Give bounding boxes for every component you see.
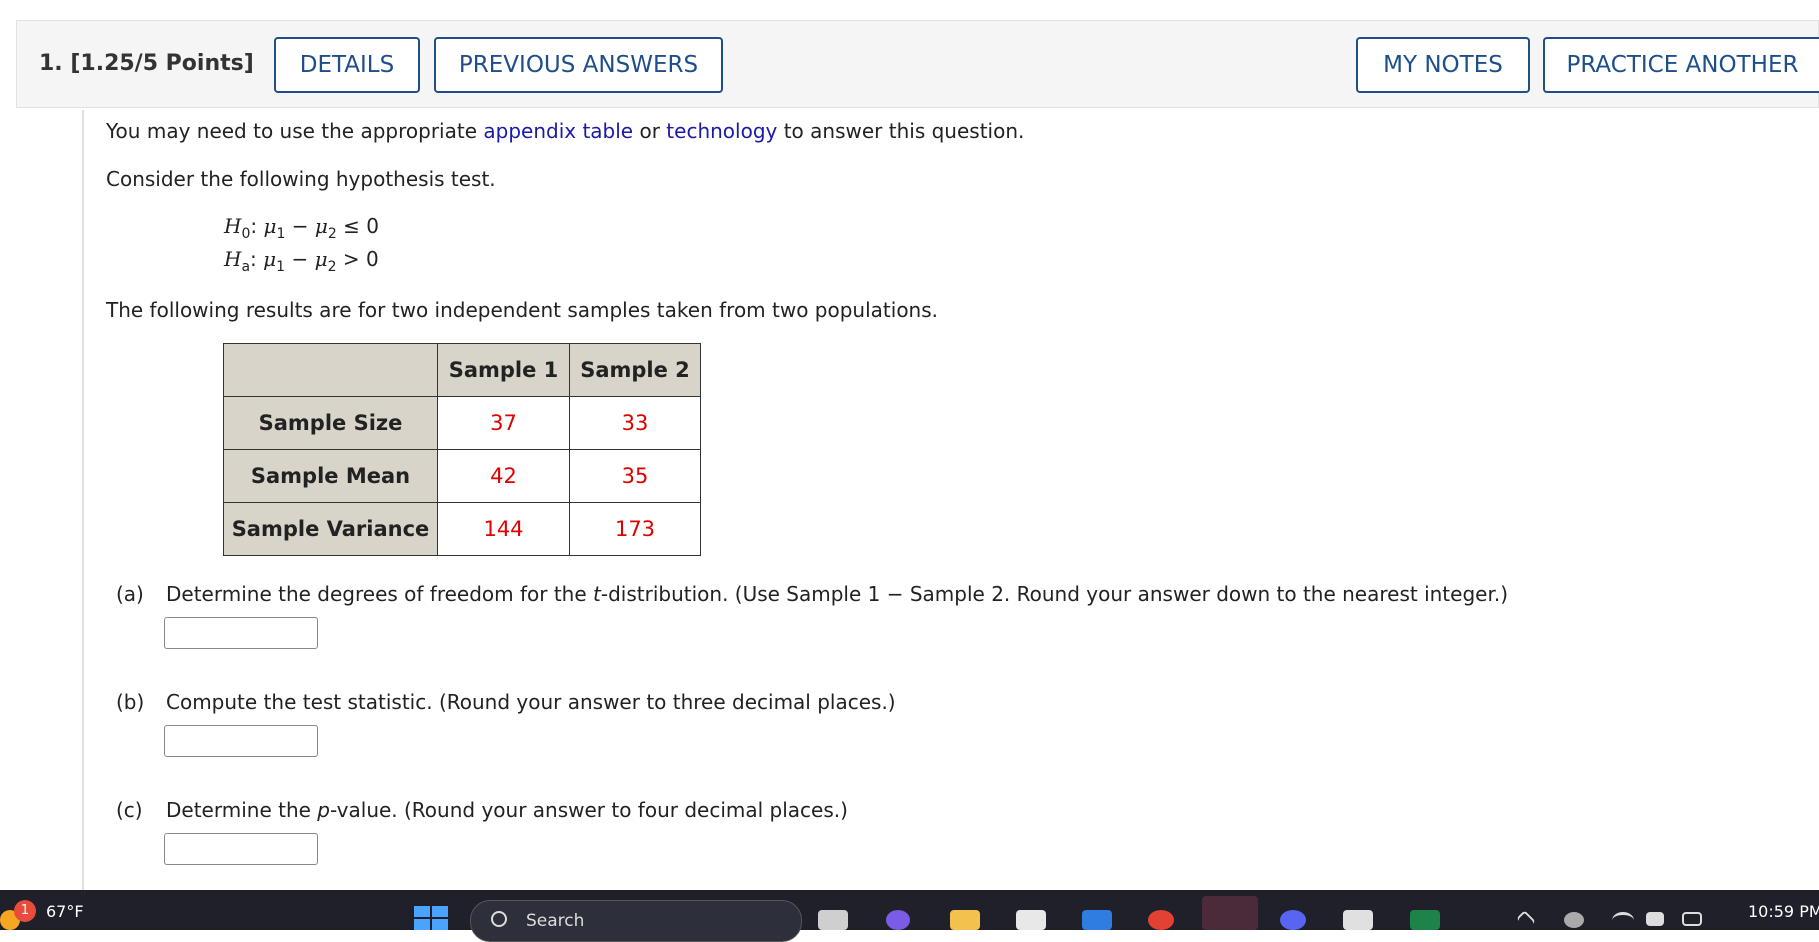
row-label: Sample Mean — [223, 449, 438, 503]
temperature-label[interactable]: 67°F — [46, 902, 84, 921]
technology-link[interactable]: technology — [666, 119, 777, 143]
sample-mean-1: 42 — [437, 449, 570, 503]
sample-variance-1: 144 — [437, 502, 570, 556]
sample-variance-2: 173 — [569, 502, 701, 556]
search-icon — [491, 911, 507, 927]
excel-icon[interactable] — [1410, 910, 1440, 930]
chrome-icon[interactable] — [1148, 910, 1174, 930]
alternative-hypothesis: Ha: μ1 − μ2 > 0 — [224, 247, 379, 275]
row-label: Sample Size — [223, 396, 438, 450]
tray-app-icon[interactable] — [1564, 912, 1584, 928]
sample-table: Sample 1 Sample 2 Sample Size 37 33 Samp… — [223, 343, 701, 556]
previous-answers-button[interactable]: PREVIOUS ANSWERS — [434, 37, 723, 93]
table-row: Sample Mean 42 35 — [223, 449, 701, 503]
part-b-answer-input[interactable] — [164, 725, 318, 757]
discord-icon[interactable] — [1280, 910, 1306, 930]
table-corner-cell — [223, 343, 438, 397]
clock-time[interactable]: 10:59 PM — [1748, 902, 1819, 921]
row-label: Sample Variance — [223, 502, 438, 556]
windows-start-icon[interactable] — [414, 906, 448, 930]
volume-icon[interactable] — [1646, 912, 1664, 926]
question-header: 1. [1.25/5 Points] DETAILS PREVIOUS ANSW… — [16, 20, 1819, 108]
taskbar: 1 67°F Search 10:59 PM — [0, 890, 1819, 942]
null-hypothesis: H0: μ1 − μ2 ≤ 0 — [224, 214, 380, 242]
file-explorer-icon[interactable] — [818, 910, 848, 930]
appendix-table-link[interactable]: appendix table — [483, 119, 633, 143]
table-header-row: Sample 1 Sample 2 — [223, 343, 701, 397]
snipping-tool-icon[interactable] — [1343, 910, 1373, 930]
wifi-icon[interactable] — [1612, 912, 1634, 929]
folder-icon[interactable] — [950, 910, 980, 930]
intro-text: You may need to use the appropriate appe… — [106, 119, 1025, 143]
part-a-text: (a) Determine the degrees of freedom for … — [116, 582, 1509, 606]
my-notes-button[interactable]: MY NOTES — [1356, 37, 1530, 93]
sample-mean-2: 35 — [569, 449, 701, 503]
search-placeholder: Search — [526, 911, 585, 931]
question-content: You may need to use the appropriate appe… — [82, 110, 1819, 890]
battery-icon[interactable] — [1682, 912, 1702, 926]
consider-text: Consider the following hypothesis test. — [106, 167, 496, 191]
table-row: Sample Variance 144 173 — [223, 502, 701, 556]
taskbar-search[interactable]: Search — [470, 900, 802, 942]
question-number: 1. [1.25/5 Points] — [39, 51, 254, 76]
chevron-up-icon[interactable] — [1516, 910, 1536, 930]
part-a-answer-input[interactable] — [164, 617, 318, 649]
part-c-answer-input[interactable] — [164, 833, 318, 865]
table-row: Sample Size 37 33 — [223, 396, 701, 450]
part-b-text: (b) Compute the test statistic. (Round yo… — [116, 690, 896, 714]
top-strip — [0, 0, 1819, 20]
sample1-header: Sample 1 — [437, 343, 570, 397]
part-c-text: (c) Determine the p-value. (Round your an… — [116, 798, 848, 822]
store-icon[interactable] — [1016, 910, 1046, 930]
copilot-icon[interactable] — [886, 910, 910, 930]
sample2-header: Sample 2 — [569, 343, 701, 397]
teams-icon[interactable] — [1202, 896, 1258, 930]
results-text: The following results are for two indepe… — [106, 298, 939, 322]
weather-badge: 1 — [14, 900, 36, 922]
mail-icon[interactable] — [1082, 910, 1112, 930]
details-button[interactable]: DETAILS — [274, 37, 420, 93]
sample-size-1: 37 — [437, 396, 570, 450]
sample-size-2: 33 — [569, 396, 701, 450]
practice-another-button[interactable]: PRACTICE ANOTHER — [1543, 37, 1819, 93]
